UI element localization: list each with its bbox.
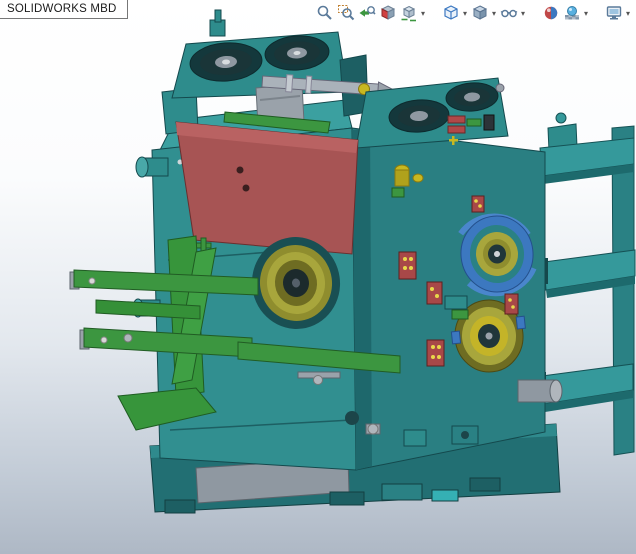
display-style-dropdown[interactable]: ▾ xyxy=(490,3,498,24)
hide-show-items-dropdown[interactable]: ▾ xyxy=(519,3,527,24)
view-settings-icon xyxy=(606,6,621,20)
hide-show-items-button[interactable] xyxy=(498,3,519,24)
view-orientation-button[interactable] xyxy=(440,3,461,24)
display-style-button[interactable] xyxy=(469,3,490,24)
previous-view-icon xyxy=(359,6,376,17)
heads-up-view-toolbar: ▾ ▾ ▾ ▾ ▾ ▾ xyxy=(314,1,632,25)
right-rail-assembly[interactable] xyxy=(534,112,636,456)
zoom-to-area-icon xyxy=(337,5,354,21)
section-view-button[interactable] xyxy=(377,3,398,24)
annotation-views-icon xyxy=(401,5,416,22)
graphics-viewport[interactable] xyxy=(0,0,636,554)
annotation-views-dropdown[interactable]: ▾ xyxy=(419,3,427,24)
zoom-to-area-button[interactable] xyxy=(335,3,356,24)
zoom-to-fit-button[interactable] xyxy=(314,3,335,24)
apply-scene-icon xyxy=(564,6,579,20)
previous-view-button[interactable] xyxy=(356,3,377,24)
cad-model[interactable] xyxy=(0,0,636,554)
annotation-views-button[interactable] xyxy=(398,3,419,24)
view-orientation-icon xyxy=(443,5,458,20)
view-orientation-dropdown[interactable]: ▾ xyxy=(461,3,469,24)
edit-appearance-button[interactable] xyxy=(540,3,561,24)
apply-scene-dropdown[interactable]: ▾ xyxy=(582,3,590,24)
section-view-icon xyxy=(380,5,395,20)
zoom-to-fit-icon xyxy=(317,5,332,20)
mbd-badge: SOLIDWORKS MBD xyxy=(0,0,128,19)
view-settings-dropdown[interactable]: ▾ xyxy=(624,3,632,24)
apply-scene-button[interactable] xyxy=(561,3,582,24)
view-settings-button[interactable] xyxy=(603,3,624,24)
hide-show-items-icon xyxy=(500,9,517,18)
display-style-icon xyxy=(472,5,487,20)
edit-appearance-icon xyxy=(544,6,557,20)
